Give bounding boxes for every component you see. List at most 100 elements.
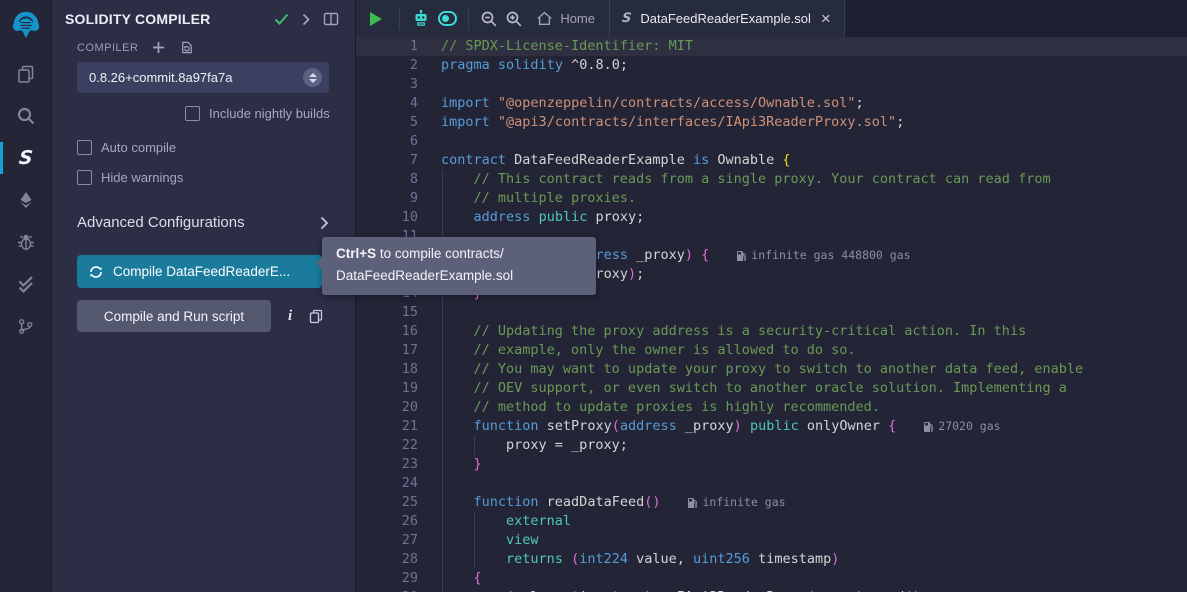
gas-pump-icon [687, 497, 697, 509]
line-number: 26 [356, 512, 418, 531]
code-text: { [441, 569, 482, 588]
solidity-glyph: S [18, 147, 34, 169]
line-number: 16 [356, 322, 418, 341]
auto-compile-row: Auto compile [77, 140, 355, 155]
compile-and-run-label: Compile and Run script [104, 309, 244, 324]
line-number: 9 [356, 189, 418, 208]
tab-close-icon[interactable]: × [820, 10, 832, 27]
nightly-builds-row: Include nightly builds [185, 106, 355, 121]
line-number: 10 [356, 208, 418, 227]
info-icon[interactable]: i [288, 308, 292, 325]
code-text: contract DataFeedReaderExample is Ownabl… [441, 151, 791, 170]
line-number: 4 [356, 94, 418, 113]
reload-compiler-icon[interactable] [179, 40, 194, 55]
nightly-builds-checkbox[interactable] [185, 106, 200, 121]
nightly-builds-label: Include nightly builds [209, 106, 330, 121]
code-line[interactable]: 28 returns (int224 value, uint256 timest… [356, 550, 1187, 569]
code-line[interactable]: 18 // You may want to update your proxy … [356, 360, 1187, 379]
code-text: external [441, 512, 571, 531]
line-number: 30 [356, 588, 418, 592]
remix-ide-window: S SOLIDITY COMPILER [0, 0, 1187, 592]
tab-home[interactable]: Home [530, 11, 601, 26]
compile-tooltip: Ctrl+S to compile contracts/ DataFeedRea… [322, 237, 596, 295]
version-spinner-icon[interactable] [303, 68, 322, 87]
code-line[interactable]: 24 [356, 474, 1187, 493]
tab-datafeedreaderexample[interactable]: S DataFeedReaderExample.sol × [609, 0, 845, 37]
code-line[interactable]: 5import "@api3/contracts/interfaces/IApi… [356, 113, 1187, 132]
git-icon[interactable] [0, 305, 51, 347]
line-number: 5 [356, 113, 418, 132]
code-text: // This contract reads from a single pro… [441, 170, 1051, 189]
solidity-compiler-panel: SOLIDITY COMPILER COMPILER [52, 0, 355, 592]
code-editor[interactable]: 1// SPDX-License-Identifier: MIT2pragma … [356, 37, 1187, 592]
zoom-in-icon[interactable] [505, 10, 523, 28]
line-number: 28 [356, 550, 418, 569]
code-line[interactable]: 8 // This contract reads from a single p… [356, 170, 1187, 189]
editor-area: Home S DataFeedReaderExample.sol × 1// S… [355, 0, 1187, 592]
code-line[interactable]: 2pragma solidity ^0.8.0; [356, 56, 1187, 75]
code-text: // multiple proxies. [441, 189, 636, 208]
code-line[interactable]: 25 function readDataFeed()infinite gas [356, 493, 1187, 512]
run-script-play-button[interactable] [370, 12, 382, 26]
ai-copilot-robot-icon[interactable] [411, 9, 431, 29]
code-text: } [441, 455, 482, 474]
split-view-icon[interactable] [323, 12, 339, 26]
zoom-out-icon[interactable] [480, 10, 498, 28]
unit-testing-icon[interactable] [0, 263, 51, 305]
code-line[interactable]: 3 [356, 75, 1187, 94]
code-line[interactable]: 16 // Updating the proxy address is a se… [356, 322, 1187, 341]
hide-warnings-checkbox[interactable] [77, 170, 92, 185]
copy-icon[interactable] [309, 309, 323, 324]
line-number: 20 [356, 398, 418, 417]
hide-warnings-row: Hide warnings [77, 170, 355, 185]
line-number: 17 [356, 341, 418, 360]
code-line[interactable]: 30 (value, timestamp) = IApi3ReaderProxy… [356, 588, 1187, 592]
file-explorer-icon[interactable] [0, 53, 51, 95]
remix-logo[interactable] [8, 5, 44, 43]
gas-pump-icon [736, 250, 746, 262]
code-text: returns (int224 value, uint256 timestamp… [441, 550, 839, 569]
line-number: 1 [356, 37, 418, 56]
code-line[interactable]: 4import "@openzeppelin/contracts/access/… [356, 94, 1187, 113]
line-number: 19 [356, 379, 418, 398]
debugger-icon[interactable] [0, 221, 51, 263]
code-line[interactable]: 17 // example, only the owner is allowed… [356, 341, 1187, 360]
deploy-run-icon[interactable] [0, 179, 51, 221]
home-label: Home [560, 11, 595, 26]
search-icon[interactable] [0, 95, 51, 137]
code-line[interactable]: 19 // OEV support, or even switch to ano… [356, 379, 1187, 398]
code-line[interactable]: 29 { [356, 569, 1187, 588]
auto-compile-checkbox[interactable] [77, 140, 92, 155]
compiler-version-select[interactable]: 0.8.26+commit.8a97fa7a [77, 62, 329, 93]
code-line[interactable]: 15 [356, 303, 1187, 322]
compile-and-run-button[interactable]: Compile and Run script [77, 300, 271, 332]
code-line[interactable]: 9 // multiple proxies. [356, 189, 1187, 208]
copilot-toggle[interactable] [438, 11, 457, 26]
gas-estimate: 27020 gas [923, 417, 1000, 436]
code-line[interactable]: 6 [356, 132, 1187, 151]
compile-button[interactable]: Compile DataFeedReaderE... [77, 255, 322, 288]
chevron-right-icon [320, 216, 329, 230]
code-line[interactable]: 27 view [356, 531, 1187, 550]
chevron-right-icon[interactable] [302, 13, 310, 26]
code-text: function readDataFeed() [441, 493, 660, 512]
code-line[interactable]: 21 function setProxy(address _proxy) pub… [356, 417, 1187, 436]
code-line[interactable]: 7contract DataFeedReaderExample is Ownab… [356, 151, 1187, 170]
line-number: 3 [356, 75, 418, 94]
add-compiler-icon[interactable] [152, 41, 165, 54]
home-icon [536, 11, 553, 26]
code-text: address public proxy; [441, 208, 644, 227]
panel-title: SOLIDITY COMPILER [65, 11, 261, 27]
code-line[interactable]: 26 external [356, 512, 1187, 531]
advanced-configurations[interactable]: Advanced Configurations [77, 214, 329, 231]
code-line[interactable]: 22 proxy = _proxy; [356, 436, 1187, 455]
tooltip-filename: DataFeedReaderExample.sol [336, 268, 513, 283]
line-number: 27 [356, 531, 418, 550]
code-line[interactable]: 23 } [356, 455, 1187, 474]
code-line[interactable]: 10 address public proxy; [356, 208, 1187, 227]
gas-estimate: infinite gas 448800 gas [736, 246, 910, 265]
code-text: view [441, 531, 539, 550]
solidity-compiler-icon[interactable]: S [0, 137, 51, 179]
code-line[interactable]: 20 // method to update proxies is highly… [356, 398, 1187, 417]
code-line[interactable]: 1// SPDX-License-Identifier: MIT [356, 37, 1187, 56]
